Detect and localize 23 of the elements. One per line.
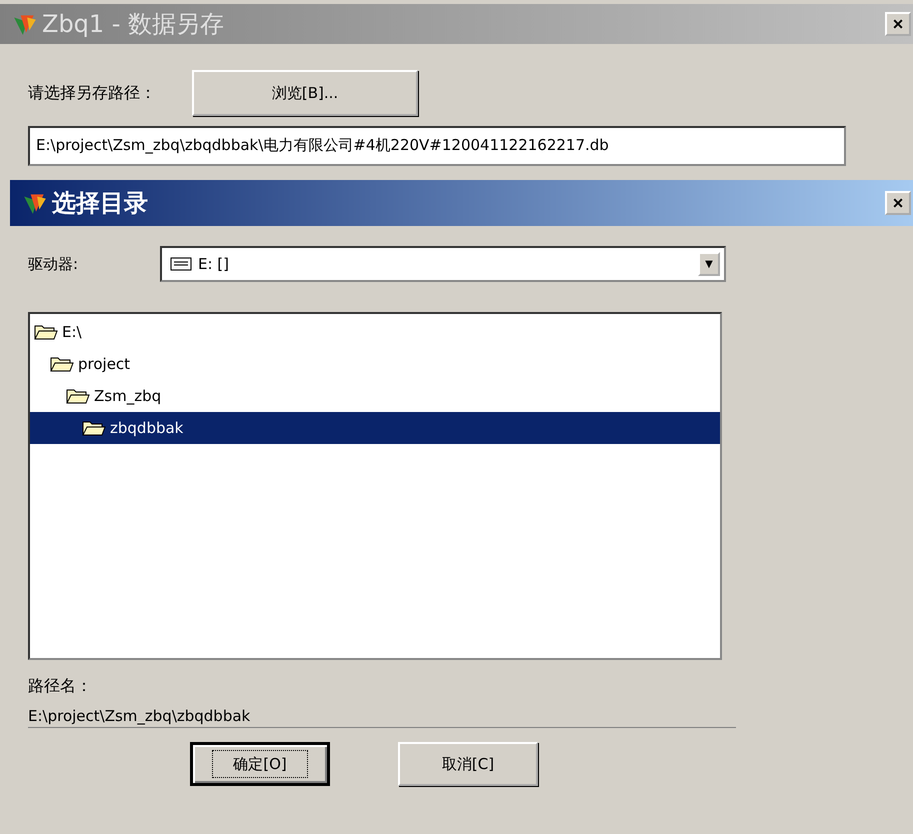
path-field[interactable]: E:\project\Zsm_zbq\zbqdbbak\电力有限公司#4机220V#120041122162217.db	[28, 126, 846, 166]
folder-tree[interactable]: E:\ project Zsm_zbq zbqdbbak	[28, 312, 722, 660]
folder-icon	[82, 419, 106, 437]
folder-icon	[50, 355, 74, 373]
drive-icon	[170, 257, 192, 271]
browse-button[interactable]: 浏览[B]...	[192, 70, 418, 116]
drive-label: 驱动器:	[28, 254, 80, 274]
drive-dropdown[interactable]: E: [] ▼	[160, 246, 726, 282]
folder-item[interactable]: project	[30, 348, 720, 380]
folder-icon	[66, 387, 90, 405]
dialog-title: 选择目录	[52, 188, 149, 219]
window-title: Zbq1 - 数据另存	[42, 9, 226, 40]
close-button[interactable]: ×	[885, 191, 911, 215]
dialog-button[interactable]: 确定[O]	[190, 742, 330, 786]
path-name-value: E:\project\Zsm_zbq\zbqdbbak	[28, 707, 736, 728]
path-name-label: 路径名：	[28, 676, 93, 697]
close-button[interactable]: ×	[885, 12, 911, 36]
save-path-label: 请选择另存路径：	[28, 82, 156, 104]
folder-icon	[34, 323, 58, 341]
folder-item[interactable]: zbqdbbak	[30, 412, 720, 444]
folder-item[interactable]: Zsm_zbq	[30, 380, 720, 412]
dialog-button[interactable]: 取消[C]	[398, 742, 538, 786]
folder-item[interactable]: E:\	[30, 316, 720, 348]
